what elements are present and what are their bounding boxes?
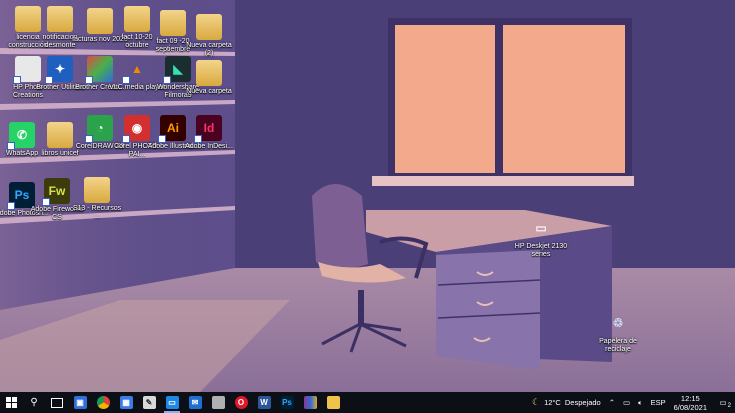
app-grid-icon: ▦ [119, 396, 133, 409]
start-button[interactable] [0, 392, 22, 413]
notification-icon: ▭ [719, 398, 727, 407]
folder-icon [196, 10, 222, 40]
shortcut-arrow-icon [7, 202, 15, 210]
app-icon: ▭ [535, 221, 547, 235]
system-tray: ☾ 12°C Despejado ⌃ ▭ 🔈︎ ESP 12:15 6/08/2… [528, 392, 735, 413]
icon-hp-deskjet[interactable]: ▭ HP Deskjet 2130 series [513, 215, 569, 259]
icon-nueva-carpeta-2[interactable]: Nueva carpeta (2) [181, 10, 237, 58]
folder-icon [326, 396, 340, 409]
icon-label: Papelera de reciclaje [599, 338, 637, 353]
icon-s13-recursos[interactable]: S13 - Recursos ... [69, 173, 125, 221]
task-view-button[interactable] [46, 392, 68, 413]
weather-text: Despejado [564, 398, 601, 407]
taskbar-mail[interactable]: ✉ [184, 392, 206, 413]
drive-icon [211, 396, 225, 409]
volume-icon[interactable]: 🔈︎ [638, 398, 643, 408]
icon-label: HP Deskjet 2130 series [514, 243, 568, 258]
mail-icon: ✉ [188, 396, 202, 409]
notification-count: 2 [727, 403, 731, 409]
taskbar-file-explorer[interactable] [322, 392, 344, 413]
app-icon: Id [194, 115, 222, 143]
shortcut-arrow-icon [158, 135, 166, 143]
icon-adobe-indesign[interactable]: Id Adobe InDesi... [181, 115, 237, 151]
taskbar-opera[interactable]: O [230, 392, 252, 413]
search-icon: ⚲ [30, 397, 38, 408]
weather-temp: 12°C [544, 398, 561, 407]
winrar-icon [303, 396, 317, 409]
taskbar-chrome[interactable] [92, 392, 114, 413]
weather-widget[interactable]: ☾ 12°C Despejado [532, 397, 601, 408]
icon-nueva-carpeta[interactable]: Nueva carpeta [181, 56, 237, 96]
paint-icon: ✎ [142, 396, 156, 409]
taskbar-store[interactable]: ▣ [69, 392, 91, 413]
language-indicator[interactable]: ESP [651, 398, 666, 407]
taskbar-app-blue[interactable]: ▦ [115, 392, 137, 413]
windows-icon [5, 397, 17, 408]
taskbar-winrar[interactable] [299, 392, 321, 413]
folder-icon [196, 56, 222, 86]
store-icon: ▣ [73, 396, 87, 409]
folder-icon [47, 118, 73, 148]
app-icon: Fw [42, 178, 70, 206]
word-icon: W [257, 396, 271, 409]
shortcut-arrow-icon [45, 76, 53, 84]
folder-window-icon: ▭ [165, 396, 179, 409]
icon-label: Nueva carpeta [186, 88, 232, 95]
taskbar-photoshop[interactable]: Ps [276, 392, 298, 413]
shortcut-arrow-icon [163, 76, 171, 84]
shortcut-arrow-icon [42, 198, 50, 206]
shortcut-arrow-icon [13, 76, 21, 84]
shortcut-arrow-icon [122, 135, 130, 143]
icon-papelera-reciclaje[interactable]: ♲ Papelera de reciclaje [590, 310, 646, 354]
taskbar-explorer[interactable]: ▭ [161, 392, 183, 413]
opera-icon: O [234, 396, 248, 409]
shortcut-arrow-icon [122, 76, 130, 84]
network-icon[interactable]: ▭ [623, 398, 630, 407]
chrome-icon [96, 396, 110, 409]
folder-icon [47, 2, 73, 32]
taskbar-word[interactable]: W [253, 392, 275, 413]
clock[interactable]: 12:15 6/08/2021 [674, 394, 707, 412]
icon-label: Adobe InDesi... [185, 143, 233, 150]
notifications-button[interactable]: ▭ 2 [715, 398, 731, 409]
icon-label: libros unicef [41, 150, 79, 157]
shortcut-arrow-icon [7, 142, 15, 150]
task-view-icon [51, 397, 63, 408]
taskbar-brush[interactable]: ✎ [138, 392, 160, 413]
shortcut-arrow-icon [194, 135, 202, 143]
photoshop-icon: Ps [280, 396, 294, 409]
icon-label: S13 - Recursos ... [72, 205, 122, 220]
clock-date: 6/08/2021 [673, 402, 707, 412]
folder-icon [84, 173, 110, 203]
taskbar-drive[interactable] [207, 392, 229, 413]
chevron-up-icon[interactable]: ⌃ [609, 398, 615, 407]
app-icon: ▲ [122, 56, 150, 84]
app-icon: ♲ [612, 316, 624, 330]
search-button[interactable]: ⚲ [23, 392, 45, 413]
shortcut-arrow-icon [85, 135, 93, 143]
app-icon: ✦ [45, 56, 73, 84]
moon-icon: ☾ [532, 397, 541, 407]
clock-time: 12:15 [680, 393, 700, 403]
shortcut-arrow-icon [85, 76, 93, 84]
